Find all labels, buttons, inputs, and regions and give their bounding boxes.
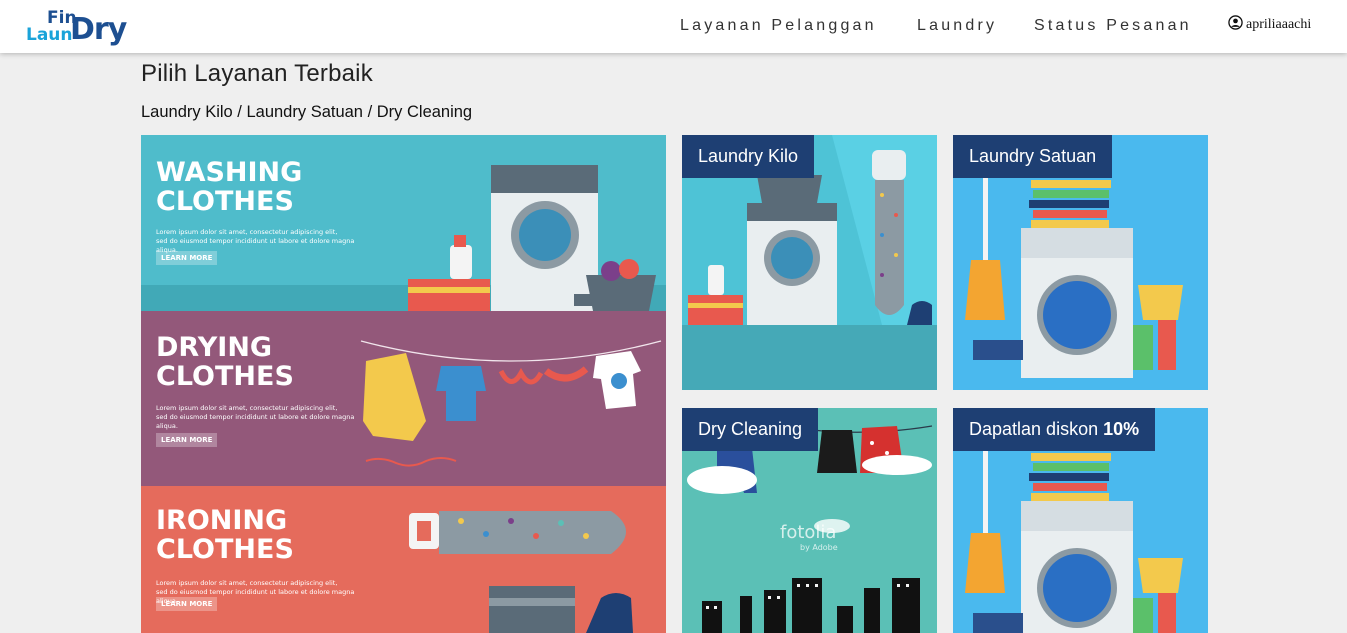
navbar: Fin Laun Dry Layanan Pelanggan Laundry S… [0,0,1347,53]
card-laundry-kilo[interactable]: Laundry Kilo [682,135,937,390]
logo-laun: Laun [26,25,73,45]
user-circle-icon [1228,15,1243,35]
card-label-discount: Dapatlan diskon 10% [953,408,1156,451]
fotolia-watermark-sub: by Adobe [800,543,838,552]
card-label-dry-cleaning: Dry Cleaning [682,408,819,451]
card-discount-promo[interactable]: Dapatlan diskon 10% [953,408,1208,633]
page-title: Pilih Layanan Terbaik [141,60,373,87]
drying-section: DRYING CLOTHES Lorem ipsum dolor sit amet… [141,311,666,486]
nav-status-pesanan[interactable]: Status Pesanan [1034,17,1192,35]
username: apriliaaachi [1246,17,1312,32]
nav-laundry[interactable]: Laundry [917,17,997,35]
user-menu[interactable]: apriliaaachi [1228,15,1311,35]
card-label-laundry-kilo: Laundry Kilo [682,135,815,178]
logo-dry: Dry [70,12,127,47]
service-breadcrumb: Laundry Kilo / Laundry Satuan / Dry Clea… [141,103,473,121]
washing-machine-illustration [141,165,666,311]
findry-logo[interactable]: Fin Laun Dry [26,8,141,47]
fotolia-watermark: fotolia [780,522,836,543]
services-banner: WASHING CLOTHES Lorem ipsum dolor sit am… [141,135,666,633]
clothesline-illustration [360,340,662,467]
card-laundry-satuan[interactable]: Laundry Satuan [953,135,1208,390]
ironing-section: IRONING CLOTHES Lorem ipsum dolor sit ame… [141,486,666,633]
discount-amount: 10% [1103,419,1140,439]
card-label-laundry-satuan: Laundry Satuan [953,135,1113,178]
card-dry-cleaning[interactable]: fotolia by Adobe Dry Cleaning [682,408,937,633]
washing-section: WASHING CLOTHES Lorem ipsum dolor sit am… [141,135,666,311]
ironing-board-illustration [409,511,633,633]
nav-layanan-pelanggan[interactable]: Layanan Pelanggan [680,17,877,35]
